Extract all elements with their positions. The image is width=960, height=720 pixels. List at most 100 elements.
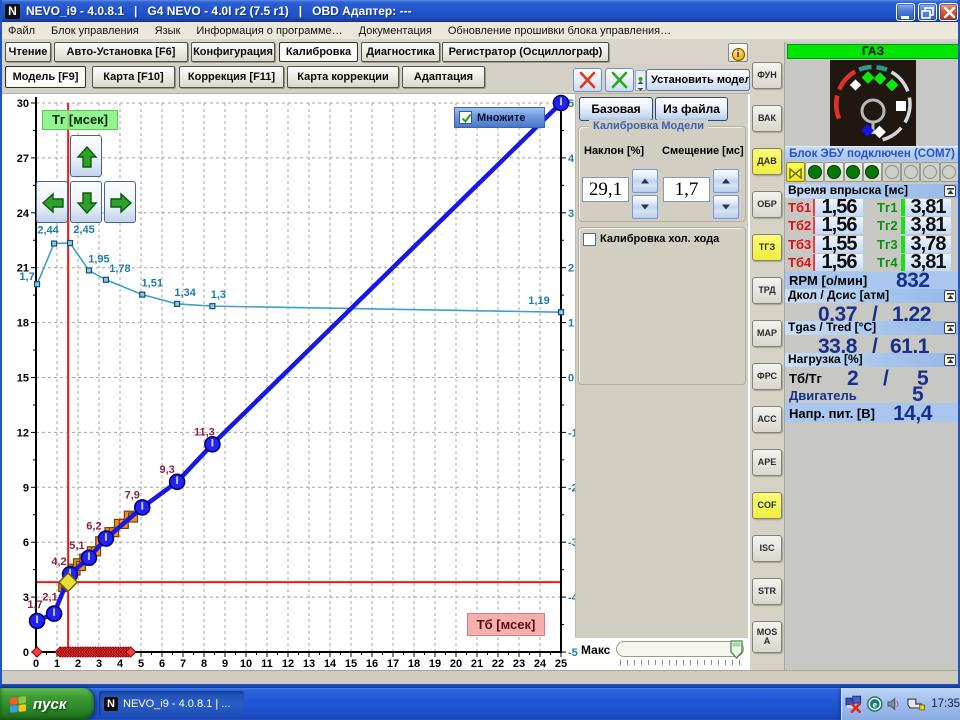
model-point-label: 5,1 — [69, 540, 84, 552]
side-tab-асс[interactable]: АСС — [752, 406, 782, 433]
multiplier-point[interactable] — [68, 240, 73, 245]
close-button[interactable] — [939, 3, 958, 21]
injector-led-off — [940, 162, 959, 182]
apply-button[interactable] — [605, 68, 634, 92]
side-tab-cof[interactable]: COF — [752, 492, 782, 519]
base-calibration-button[interactable]: Базовая — [579, 97, 653, 121]
model-point-shine — [176, 476, 178, 484]
menu-file[interactable]: Файл — [0, 25, 43, 37]
injector-led-row — [786, 162, 959, 182]
multiplier-point[interactable] — [86, 268, 91, 273]
menu-language[interactable]: Язык — [147, 25, 189, 37]
spin-down-icon[interactable] — [636, 82, 645, 91]
side-tab-трд[interactable]: ТРД — [752, 277, 782, 304]
slope-spinner — [632, 169, 658, 218]
collapse-button[interactable] — [944, 290, 956, 302]
multiplier-point[interactable] — [52, 241, 57, 246]
x-tick-label: 2 — [75, 658, 81, 670]
side-tab-вак[interactable]: ВАК — [752, 105, 782, 132]
green-cross-icon — [606, 69, 633, 91]
side-tab-мар[interactable]: МАР — [752, 320, 782, 347]
network-disconnected-icon — [845, 695, 863, 713]
multiplier-checkbox[interactable] — [459, 111, 472, 124]
max-slider[interactable] — [616, 641, 744, 657]
menu-documentation[interactable]: Документация — [351, 25, 440, 37]
idle-calibration-checkbox[interactable] — [583, 233, 596, 246]
y-left-tick-label: 15 — [17, 373, 29, 385]
tab-1-row2[interactable]: Карта [F10] — [92, 66, 175, 88]
petrol-injector-label: Тб4 — [788, 254, 811, 272]
collapse-button[interactable] — [944, 185, 956, 197]
move-right-button[interactable] — [104, 181, 136, 223]
slope-input[interactable]: 29,1 — [582, 177, 629, 202]
info-button[interactable]: i — [728, 43, 748, 62]
multiplier-legend-label: Множите — [477, 112, 525, 124]
multiplier-point[interactable] — [140, 292, 145, 297]
multiplier-curve — [37, 243, 561, 312]
x-axis-title: Тб [мсек] — [467, 613, 545, 636]
multiplier-point[interactable] — [35, 282, 40, 287]
start-button[interactable]: пуск — [0, 688, 94, 720]
up-arrow-icon — [641, 179, 649, 184]
tab-2-row2[interactable]: Коррекция [F11] — [179, 66, 284, 88]
model-step-spinner[interactable] — [635, 70, 646, 91]
y-right-tick-label: 4 — [568, 153, 575, 165]
menu-about[interactable]: Информация о программе… — [188, 25, 350, 37]
multiplier-point[interactable] — [559, 310, 564, 315]
model-point-shine — [560, 98, 562, 106]
side-tab-isc[interactable]: ISC — [752, 535, 782, 562]
side-tab-фрс[interactable]: ФРС — [752, 363, 782, 390]
tab-2-row1[interactable]: Конфигурация — [191, 42, 275, 62]
move-down-button[interactable] — [70, 181, 102, 223]
tab-5-row1[interactable]: Регистратор (Осциллограф) — [442, 42, 609, 62]
spin-up-icon[interactable] — [636, 72, 645, 81]
y-left-tick-label: 18 — [17, 318, 29, 330]
multiplier-point[interactable] — [175, 301, 180, 306]
tab-0-row2[interactable]: Модель [F9] — [5, 66, 86, 88]
menu-ecu[interactable]: Блок управления — [43, 25, 147, 37]
collapse-button[interactable] — [944, 354, 956, 366]
petrol-injection-time: 1,56 — [813, 217, 863, 234]
side-tab-дав[interactable]: ДАВ — [752, 148, 782, 175]
side-tab-обр[interactable]: ОБР — [752, 191, 782, 218]
multiplier-point[interactable] — [210, 304, 215, 309]
install-model-button[interactable]: Установить модель — [646, 69, 750, 91]
x-tick-label: 23 — [513, 658, 525, 670]
x-tick-label: 11 — [261, 658, 273, 670]
tab-3-row1[interactable]: Калибровка — [279, 42, 358, 62]
offset-up-button[interactable] — [713, 169, 739, 193]
collapse-button[interactable] — [944, 322, 956, 334]
slope-up-button[interactable] — [632, 169, 658, 193]
cancel-button[interactable] — [573, 68, 602, 92]
tab-4-row2[interactable]: Адаптация — [402, 66, 485, 88]
from-file-button[interactable]: Из файла — [655, 97, 728, 121]
side-tab-mos-a[interactable]: MOSA — [752, 621, 782, 653]
side-tab-str[interactable]: STR — [752, 578, 782, 605]
collapse-icon — [945, 355, 956, 366]
tab-1-row1[interactable]: Авто-Установка [F6] — [54, 42, 188, 62]
taskbar-task-nevo[interactable]: N NEVO_i9 - 4.0.8.1 | ... — [99, 691, 244, 717]
rpm-label: RPM [о/мин] — [789, 273, 867, 288]
menu-firmware-update[interactable]: Обновление прошивки блока управления… — [440, 25, 679, 37]
minimize-button[interactable] — [896, 3, 915, 21]
model-point-shine — [88, 552, 90, 560]
slope-down-button[interactable] — [632, 195, 658, 219]
offset-down-button[interactable] — [713, 195, 739, 219]
tab-3-row2[interactable]: Карта коррекции — [287, 66, 399, 88]
offset-input[interactable]: 1,7 — [663, 177, 710, 202]
temperature-header: Tgas / Tred [°C] — [785, 321, 959, 335]
multiplier-point-label: 1,3 — [211, 289, 226, 301]
side-tab-аре[interactable]: АРЕ — [752, 449, 782, 476]
tab-0-row1[interactable]: Чтение — [5, 42, 51, 62]
restore-button[interactable] — [918, 3, 937, 21]
move-left-button[interactable] — [36, 181, 68, 223]
tab-4-row1[interactable]: Диагностика — [361, 42, 440, 62]
move-up-button[interactable] — [70, 135, 102, 177]
slider-thumb[interactable] — [730, 640, 743, 659]
x-tick-label: 10 — [240, 658, 252, 670]
live-data-panel: ГАЗ Блок — [784, 42, 958, 686]
multiplier-point[interactable] — [103, 277, 108, 282]
side-tab-фун[interactable]: ФУН — [752, 62, 782, 89]
side-tab-тгз[interactable]: ТГЗ — [752, 234, 782, 261]
multiplier-point-label: 2,44 — [37, 225, 59, 237]
